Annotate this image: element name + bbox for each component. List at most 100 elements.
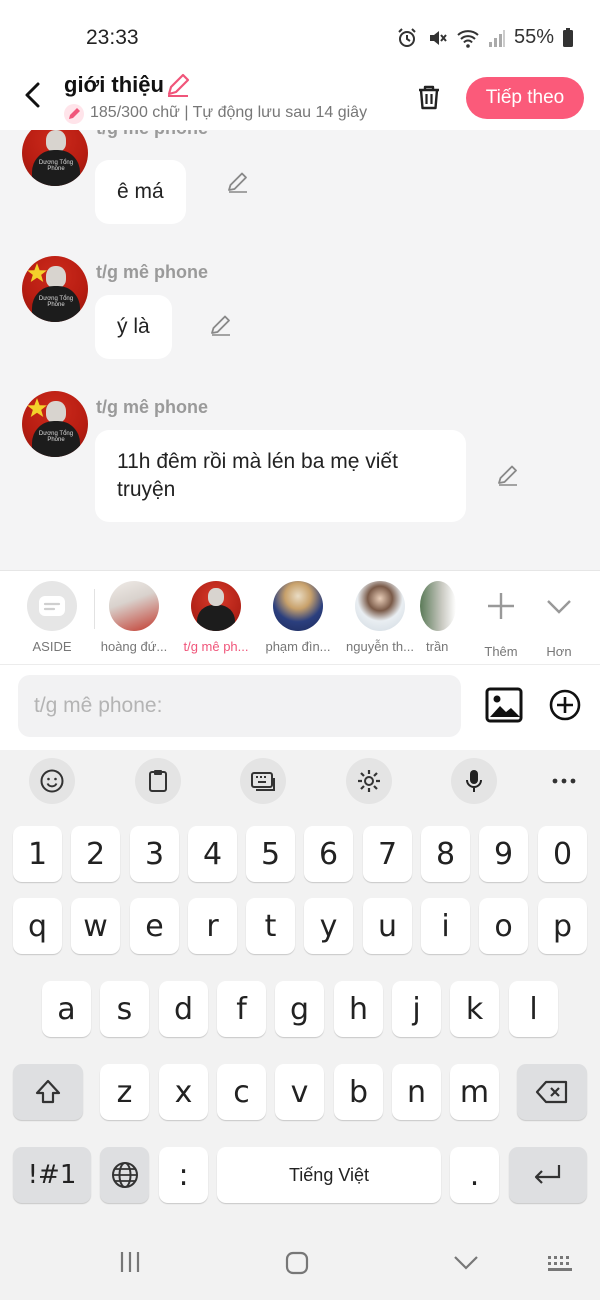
- key[interactable]: r: [188, 898, 237, 954]
- recent-apps-icon[interactable]: [118, 1250, 142, 1274]
- key[interactable]: x: [159, 1064, 208, 1120]
- edit-message-icon[interactable]: [209, 313, 233, 337]
- edit-message-icon[interactable]: [226, 170, 250, 194]
- character-bar: ASIDE hoàng đứ... t/g mê ph... phạm đìn.…: [0, 570, 600, 665]
- key[interactable]: n: [392, 1064, 441, 1120]
- more-characters-button[interactable]: Hơn: [528, 581, 590, 659]
- clipboard-button[interactable]: [135, 758, 181, 804]
- enter-key[interactable]: [509, 1147, 587, 1203]
- wifi-icon: [457, 29, 479, 48]
- edit-message-icon[interactable]: [496, 463, 520, 487]
- settings-button[interactable]: [346, 758, 392, 804]
- key[interactable]: q: [13, 898, 62, 954]
- pencil-icon: [64, 104, 84, 124]
- avatar[interactable]: Dương Tổng Phone: [22, 130, 88, 186]
- character-label: nguyễn th...: [346, 639, 414, 654]
- keyboard-switch-icon[interactable]: [546, 1254, 574, 1274]
- key[interactable]: b: [334, 1064, 383, 1120]
- message-sender: t/g mê phone: [96, 262, 208, 282]
- colon-key[interactable]: :: [159, 1147, 208, 1203]
- key[interactable]: o: [479, 898, 528, 954]
- character-item[interactable]: phạm đìn...: [253, 581, 343, 654]
- key[interactable]: z: [100, 1064, 149, 1120]
- edit-title-icon[interactable]: [165, 72, 191, 98]
- key[interactable]: c: [217, 1064, 266, 1120]
- language-key[interactable]: [100, 1147, 149, 1203]
- on-screen-keyboard: 1 2 3 4 5 6 7 8 9 0 q w e r t y u i o p …: [0, 812, 600, 1222]
- keyboard-mode-button[interactable]: [240, 758, 286, 804]
- avatar[interactable]: Dương Tổng Phone: [22, 391, 88, 457]
- word-count-text: 185/300 chữ | Tự động lưu sau 14 giây: [90, 104, 368, 121]
- key[interactable]: k: [450, 981, 499, 1037]
- trash-icon[interactable]: [414, 82, 444, 112]
- aside-icon: [27, 581, 77, 631]
- key[interactable]: e: [130, 898, 179, 954]
- page-title: giới thiệu: [64, 72, 164, 97]
- key[interactable]: f: [217, 981, 266, 1037]
- shift-icon: [35, 1079, 61, 1104]
- period-key[interactable]: .: [450, 1147, 499, 1203]
- key[interactable]: v: [275, 1064, 324, 1120]
- character-item[interactable]: nguyễn th...: [335, 581, 425, 654]
- key[interactable]: 9: [479, 826, 528, 882]
- key[interactable]: a: [42, 981, 91, 1037]
- message-bubble[interactable]: 11h đêm rồi mà lén ba mẹ viết truyện: [95, 430, 466, 522]
- backspace-key[interactable]: [517, 1064, 587, 1120]
- character-item-selected[interactable]: t/g mê ph...: [171, 581, 261, 654]
- key[interactable]: 0: [538, 826, 587, 882]
- gear-icon: [358, 770, 380, 792]
- key[interactable]: t: [246, 898, 295, 954]
- word-count-status: 185/300 chữ | Tự động lưu sau 14 giây: [64, 104, 394, 124]
- key[interactable]: p: [538, 898, 587, 954]
- status-time: 23:33: [86, 26, 139, 49]
- key[interactable]: l: [509, 981, 558, 1037]
- add-character-button[interactable]: Thêm: [466, 581, 536, 659]
- space-key[interactable]: Tiếng Việt: [217, 1147, 441, 1203]
- character-label: trần: [426, 639, 449, 654]
- key[interactable]: 4: [188, 826, 237, 882]
- key[interactable]: u: [363, 898, 412, 954]
- key[interactable]: 5: [246, 826, 295, 882]
- more-options-icon[interactable]: [552, 774, 576, 792]
- signal-icon: [488, 29, 505, 47]
- key[interactable]: 2: [71, 826, 120, 882]
- key[interactable]: 6: [304, 826, 353, 882]
- clipboard-icon: [149, 770, 167, 792]
- avatar: [273, 581, 323, 631]
- symbols-key[interactable]: !#1: [13, 1147, 91, 1203]
- key[interactable]: s: [100, 981, 149, 1037]
- key[interactable]: d: [159, 981, 208, 1037]
- character-item[interactable]: trần: [420, 581, 460, 654]
- character-item[interactable]: hoàng đứ...: [89, 581, 179, 654]
- status-bar: 23:33 55%: [0, 0, 600, 70]
- key[interactable]: 1: [13, 826, 62, 882]
- plus-icon: [488, 593, 514, 619]
- next-button[interactable]: Tiếp theo: [466, 77, 584, 119]
- key[interactable]: 7: [363, 826, 412, 882]
- message-bubble[interactable]: ê má: [95, 160, 186, 224]
- character-label: hoàng đứ...: [100, 639, 168, 654]
- add-circle-icon[interactable]: [547, 687, 583, 723]
- add-character-label: Thêm: [484, 644, 518, 659]
- message-bubble[interactable]: ý là: [95, 295, 172, 359]
- emoji-button[interactable]: [29, 758, 75, 804]
- avatar[interactable]: Dương Tổng Phone: [22, 256, 88, 322]
- home-icon[interactable]: [284, 1250, 310, 1276]
- chat-area[interactable]: Dương Tổng Phone t/g mê phone ê má Dương…: [0, 130, 600, 570]
- back-arrow-icon[interactable]: [18, 80, 48, 110]
- message-input[interactable]: [18, 675, 461, 737]
- key[interactable]: m: [450, 1064, 499, 1120]
- key[interactable]: y: [304, 898, 353, 954]
- key[interactable]: 8: [421, 826, 470, 882]
- key[interactable]: i: [421, 898, 470, 954]
- key[interactable]: h: [334, 981, 383, 1037]
- voice-input-button[interactable]: [451, 758, 497, 804]
- image-icon[interactable]: [485, 687, 523, 723]
- key[interactable]: g: [275, 981, 324, 1037]
- key[interactable]: 3: [130, 826, 179, 882]
- hide-keyboard-icon[interactable]: [452, 1254, 480, 1272]
- key[interactable]: j: [392, 981, 441, 1037]
- key[interactable]: w: [71, 898, 120, 954]
- shift-key[interactable]: [13, 1064, 83, 1120]
- character-aside[interactable]: ASIDE: [7, 581, 97, 654]
